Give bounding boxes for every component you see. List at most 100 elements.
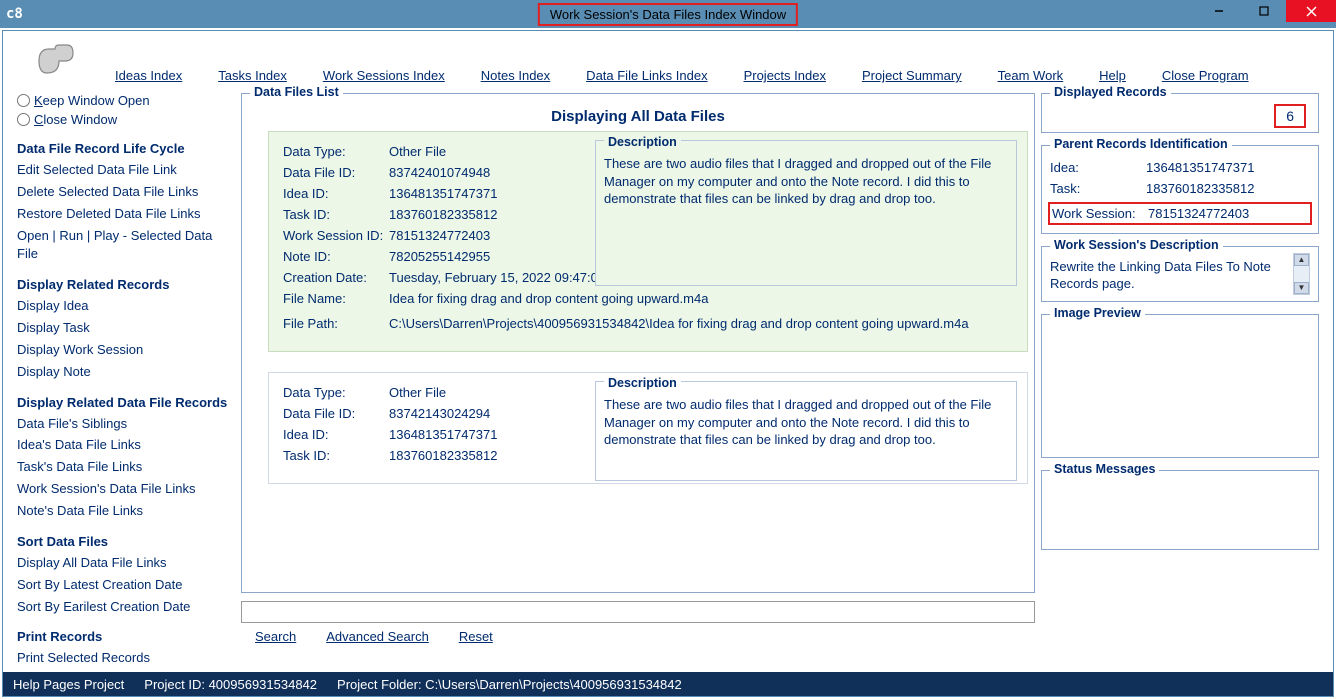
label-creation-date: Creation Date: — [283, 270, 389, 285]
link-open-run-play[interactable]: Open | Run | Play - Selected Data File — [17, 227, 235, 265]
link-delete-selected[interactable]: Delete Selected Data File Links — [17, 183, 235, 202]
menu-data-file-links-index[interactable]: Data File Links Index — [586, 68, 707, 83]
value-idea-id: 136481351747371 — [389, 427, 497, 442]
value-task-id: 183760182335812 — [389, 448, 497, 463]
link-print-selected[interactable]: Print Selected Records — [17, 649, 235, 668]
ws-description-scrollbar[interactable]: ▲ ▼ — [1293, 253, 1310, 295]
app-logo-icon — [33, 39, 77, 83]
label-note-id: Note ID: — [283, 249, 389, 264]
reset-link[interactable]: Reset — [459, 629, 493, 644]
scroll-down-icon[interactable]: ▼ — [1294, 282, 1309, 294]
menu-projects-index[interactable]: Projects Index — [744, 68, 826, 83]
description-box: Description These are two audio files th… — [595, 140, 1017, 286]
parent-idea-value: 136481351747371 — [1146, 160, 1254, 175]
radio-close-window-label: Close Window — [34, 112, 117, 127]
scroll-up-icon[interactable]: ▲ — [1294, 254, 1309, 266]
record-card[interactable]: Data Type:Other File Data File ID:837424… — [268, 131, 1028, 352]
parent-ws-label: Work Session: — [1050, 206, 1148, 221]
menu-team-work[interactable]: Team Work — [998, 68, 1064, 83]
status-messages-fieldset: Status Messages — [1041, 470, 1319, 550]
value-file-path: C:\Users\Darren\Projects\400956931534842… — [389, 316, 969, 331]
menu-tasks-index[interactable]: Tasks Index — [218, 68, 287, 83]
link-siblings[interactable]: Data File's Siblings — [17, 415, 235, 434]
radio-close-window[interactable] — [17, 113, 30, 126]
value-ws-id: 78151324772403 — [389, 228, 490, 243]
group-related-title: Display Related Records — [17, 277, 235, 292]
titlebar: c8 Work Session's Data Files Index Windo… — [0, 0, 1336, 28]
maximize-button[interactable] — [1241, 0, 1286, 22]
search-row — [241, 601, 1035, 623]
label-task-id: Task ID: — [283, 207, 389, 222]
description-box: Description These are two audio files th… — [595, 381, 1017, 481]
link-ws-df[interactable]: Work Session's Data File Links — [17, 480, 235, 499]
ws-description-text: Rewrite the Linking Data Files To Note R… — [1050, 259, 1271, 291]
parent-idea-label: Idea: — [1050, 160, 1146, 175]
image-preview-fieldset: Image Preview — [1041, 314, 1319, 458]
parent-task-value: 183760182335812 — [1146, 181, 1254, 196]
record-card[interactable]: Data Type:Other File Data File ID:837421… — [268, 372, 1028, 484]
advanced-search-link[interactable]: Advanced Search — [326, 629, 429, 644]
label-data-file-id: Data File ID: — [283, 406, 389, 421]
value-data-type: Other File — [389, 385, 446, 400]
parent-records-legend: Parent Records Identification — [1050, 137, 1232, 151]
data-files-list-fieldset: Data Files List Displaying All Data File… — [241, 93, 1035, 593]
link-ideas-df[interactable]: Idea's Data File Links — [17, 436, 235, 455]
label-file-name: File Name: — [283, 291, 389, 306]
displayed-records-fieldset: Displayed Records 6 — [1041, 93, 1319, 133]
status-messages-legend: Status Messages — [1050, 462, 1159, 476]
close-button[interactable] — [1286, 0, 1336, 22]
link-restore-deleted[interactable]: Restore Deleted Data File Links — [17, 205, 235, 224]
menu-help[interactable]: Help — [1099, 68, 1126, 83]
link-display-all[interactable]: Display All Data File Links — [17, 554, 235, 573]
parent-task-label: Task: — [1050, 181, 1146, 196]
parent-ws-value: 78151324772403 — [1148, 206, 1249, 221]
value-data-type: Other File — [389, 144, 446, 159]
menu-project-summary[interactable]: Project Summary — [862, 68, 962, 83]
records-scroll[interactable]: Data Type:Other File Data File ID:837424… — [242, 131, 1034, 571]
link-display-task[interactable]: Display Task — [17, 319, 235, 338]
link-display-note[interactable]: Display Note — [17, 363, 235, 382]
link-sort-latest[interactable]: Sort By Latest Creation Date — [17, 576, 235, 595]
radio-keep-open-label: Keep Window Open — [34, 93, 150, 108]
label-file-path: File Path: — [283, 316, 389, 331]
group-life-cycle-title: Data File Record Life Cycle — [17, 141, 235, 156]
description-text: These are two audio files that I dragged… — [604, 155, 1008, 208]
status-project-id: Project ID: 400956931534842 — [144, 677, 317, 692]
radio-keep-open[interactable] — [17, 94, 30, 107]
label-idea-id: Idea ID: — [283, 186, 389, 201]
search-input[interactable] — [241, 601, 1035, 623]
link-edit-selected[interactable]: Edit Selected Data File Link — [17, 161, 235, 180]
value-file-name: Idea for fixing drag and drop content go… — [389, 291, 708, 306]
value-creation-date: Tuesday, February 15, 2022 09:47:02 PM — [389, 270, 628, 285]
minimize-button[interactable] — [1196, 0, 1241, 22]
topmenu: Ideas Index Tasks Index Work Sessions In… — [3, 31, 1333, 93]
window-title: Work Session's Data Files Index Window — [538, 3, 798, 26]
ws-description-fieldset: Work Session's Description Rewrite the L… — [1041, 246, 1319, 302]
label-data-file-id: Data File ID: — [283, 165, 389, 180]
search-link[interactable]: Search — [255, 629, 296, 644]
link-display-work-session[interactable]: Display Work Session — [17, 341, 235, 360]
description-legend: Description — [604, 376, 681, 390]
label-task-id: Task ID: — [283, 448, 389, 463]
group-sort-title: Sort Data Files — [17, 534, 235, 549]
data-files-list-legend: Data Files List — [250, 85, 343, 99]
link-sort-earliest[interactable]: Sort By Earilest Creation Date — [17, 598, 235, 617]
menu-ideas-index[interactable]: Ideas Index — [115, 68, 182, 83]
statusbar: Help Pages Project Project ID: 400956931… — [3, 672, 1333, 696]
app-icon: c8 — [6, 6, 23, 22]
link-tasks-df[interactable]: Task's Data File Links — [17, 458, 235, 477]
label-idea-id: Idea ID: — [283, 427, 389, 442]
menu-close-program[interactable]: Close Program — [1162, 68, 1249, 83]
ws-description-legend: Work Session's Description — [1050, 238, 1223, 252]
value-task-id: 183760182335812 — [389, 207, 497, 222]
link-display-idea[interactable]: Display Idea — [17, 297, 235, 316]
description-legend: Description — [604, 135, 681, 149]
menu-work-sessions-index[interactable]: Work Sessions Index — [323, 68, 445, 83]
value-note-id: 78205255142955 — [389, 249, 490, 264]
sidebar: Keep Window Open Close Window Data File … — [17, 93, 235, 658]
link-notes-df[interactable]: Note's Data File Links — [17, 502, 235, 521]
menu-notes-index[interactable]: Notes Index — [481, 68, 550, 83]
label-data-type: Data Type: — [283, 385, 389, 400]
label-data-type: Data Type: — [283, 144, 389, 159]
value-data-file-id: 83742401074948 — [389, 165, 490, 180]
